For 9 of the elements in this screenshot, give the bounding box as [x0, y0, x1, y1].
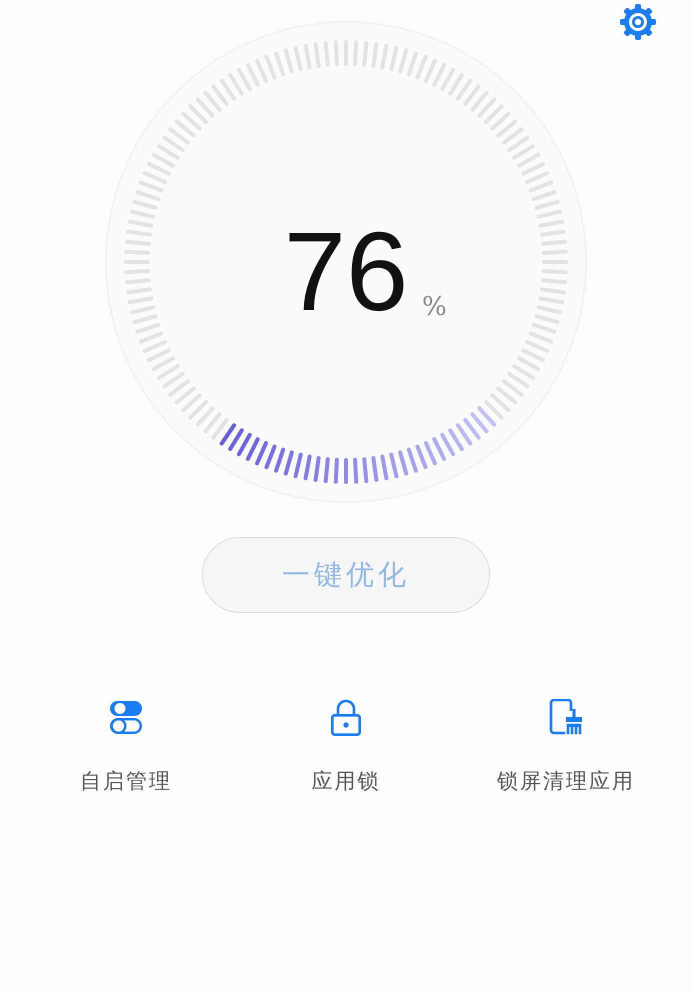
shortcut-label[interactable]: 自启管理 — [80, 767, 172, 795]
percent-unit: % — [422, 292, 447, 322]
toggle-icon[interactable] — [108, 699, 144, 737]
phone-broom-icon[interactable] — [548, 699, 584, 737]
score-value: 76 — [284, 216, 408, 328]
shortcut-label[interactable]: 锁屏清理应用 — [497, 767, 635, 795]
settings-icon[interactable] — [618, 2, 658, 42]
lock-icon[interactable] — [328, 699, 364, 737]
shortcut-label[interactable]: 应用锁 — [312, 767, 380, 795]
